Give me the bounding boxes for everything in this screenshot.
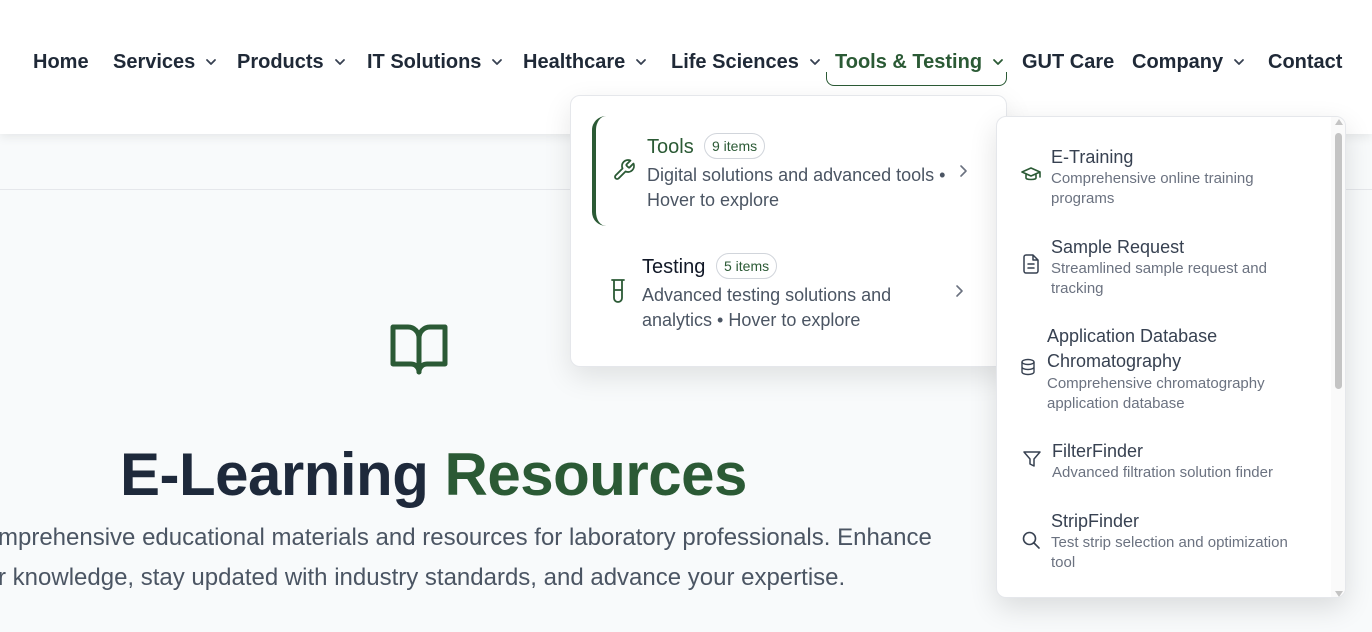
nav-gut-care[interactable]: GUT Care: [1022, 47, 1114, 77]
nav-it-solutions-label: IT Solutions: [367, 50, 482, 73]
chevron-right-icon: [956, 285, 963, 297]
chevron-right-icon: [960, 165, 967, 177]
item-count-badge: 5 items: [716, 253, 778, 279]
page-title-main: E-Learning: [120, 441, 429, 508]
nav-products-label: Products: [237, 50, 324, 73]
nav-healthcare-label: Healthcare: [523, 50, 626, 73]
page-title: E-Learning Resources: [120, 440, 747, 509]
page-subtitle-line-1: mprehensive educational materials and re…: [0, 524, 932, 551]
nav-services[interactable]: Services: [113, 47, 217, 77]
page-subtitle-line-2: r knowledge, stay updated with industry …: [0, 564, 846, 591]
submenu-item-title: StripFinder: [1051, 511, 1140, 531]
book-open-icon: [390, 324, 448, 375]
submenu-item-description: Streamlined sample request and tracking: [1051, 260, 1267, 297]
chevron-down-icon: [809, 59, 820, 65]
submenu-scrollbar[interactable]: [1331, 117, 1345, 597]
graduation-cap-icon: [1021, 167, 1041, 181]
chevron-down-icon: [206, 59, 217, 65]
submenu-item-sample-request[interactable]: Sample Request Streamlined sample reques…: [997, 229, 1331, 309]
filter-icon: [1023, 451, 1041, 467]
scrollbar-thumb[interactable]: [1335, 133, 1342, 389]
wrench-icon: [614, 159, 635, 180]
nav-tools-testing-label: Tools & Testing: [835, 50, 983, 73]
chevron-down-icon: [1234, 59, 1245, 65]
dropdown-category-title: Tools: [647, 136, 694, 158]
nav-contact[interactable]: Contact: [1268, 47, 1342, 77]
chevron-down-icon: [334, 59, 345, 65]
dropdown-category-title: Testing: [642, 256, 706, 278]
database-icon: [1021, 358, 1035, 376]
nav-company[interactable]: Company: [1132, 47, 1245, 77]
file-text-icon: [1023, 254, 1039, 274]
submenu-item-description: Test strip selection and optimization to…: [1051, 534, 1288, 571]
tools-testing-dropdown: Tools 9 items Digital solutions and adva…: [570, 95, 1007, 367]
nav-company-label: Company: [1132, 50, 1224, 73]
submenu-item-title: Application Database Chromatography: [1047, 326, 1218, 371]
nav-home-label: Home: [33, 50, 89, 73]
submenu-item-description: Comprehensive chromatography application…: [1047, 375, 1265, 412]
chevron-down-icon: [492, 59, 503, 65]
dropdown-category-tools[interactable]: Tools 9 items Digital solutions and adva…: [592, 116, 992, 226]
submenu-item-description: Advanced filtration solution finder: [1052, 464, 1273, 481]
submenu-item-title: E-Training: [1051, 147, 1134, 167]
nav-products[interactable]: Products: [237, 47, 346, 77]
nav-gut-care-label: GUT Care: [1022, 50, 1115, 73]
page-title-accent: Resources: [444, 441, 748, 508]
submenu-item-stripfinder[interactable]: StripFinder Test strip selection and opt…: [997, 509, 1331, 579]
test-tube-icon: [611, 279, 625, 303]
chevron-down-icon: [993, 59, 1003, 65]
active-nav-indicator: [826, 72, 1007, 86]
submenu-item-e-training[interactable]: E-Training Comprehensive online training…: [997, 139, 1331, 219]
tools-submenu: E-Training Comprehensive online training…: [996, 116, 1346, 598]
scroll-up-arrow-icon[interactable]: [1335, 119, 1343, 125]
submenu-item-title: Sample Request: [1051, 237, 1185, 257]
nav-life-sciences-label: Life Sciences: [671, 50, 799, 73]
scroll-down-arrow-icon[interactable]: [1335, 591, 1343, 597]
dropdown-category-description: Advanced testing solutions and analytics…: [642, 285, 892, 330]
submenu-item-application-database[interactable]: Application Database Chromatography Comp…: [997, 319, 1331, 419]
item-count-badge: 9 items: [704, 133, 766, 159]
chevron-down-icon: [636, 59, 647, 65]
dropdown-category-description: Digital solutions and advanced tools • H…: [647, 165, 946, 210]
search-icon: [1022, 531, 1040, 549]
nav-healthcare[interactable]: Healthcare: [523, 47, 647, 77]
nav-home[interactable]: Home: [33, 47, 89, 77]
nav-life-sciences[interactable]: Life Sciences: [671, 47, 821, 77]
nav-it-solutions[interactable]: IT Solutions: [367, 47, 503, 77]
nav-services-label: Services: [113, 50, 196, 73]
dropdown-category-testing[interactable]: Testing 5 items Advanced testing solutio…: [592, 236, 992, 346]
submenu-item-title: FilterFinder: [1052, 441, 1144, 461]
submenu-item-filterfinder[interactable]: FilterFinder Advanced filtration solutio…: [997, 439, 1331, 489]
submenu-item-description: Comprehensive online training programs: [1051, 170, 1254, 207]
nav-contact-label: Contact: [1268, 50, 1343, 73]
